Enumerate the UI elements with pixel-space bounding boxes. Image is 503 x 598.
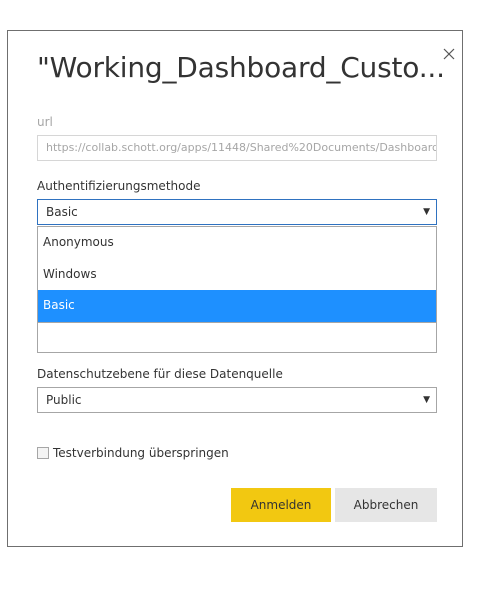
auth-option-anonymous[interactable]: Anonymous	[38, 227, 436, 259]
data-source-dialog: "Working_Dashboard_Custo... url https://…	[7, 30, 463, 547]
privacy-level-selected-value: Public	[46, 393, 82, 407]
auth-method-selected-value: Basic	[46, 205, 78, 219]
dialog-title: "Working_Dashboard_Custo...	[37, 51, 445, 84]
auth-option-windows[interactable]: Windows	[38, 259, 436, 291]
hidden-credential-input[interactable]	[37, 323, 437, 353]
skip-test-connection-checkbox[interactable]	[37, 447, 49, 459]
privacy-level-label: Datenschutzebene für diese Datenquelle	[37, 367, 283, 381]
cancel-button[interactable]: Abbrechen	[335, 488, 437, 522]
url-input[interactable]: https://collab.schott.org/apps/11448/Sha…	[37, 135, 437, 161]
skip-test-connection-label: Testverbindung überspringen	[53, 446, 229, 460]
auth-method-dropdown-list: Anonymous Windows Basic	[37, 226, 437, 323]
auth-method-select[interactable]: Basic ▼	[37, 199, 437, 225]
caret-down-icon: ▼	[423, 395, 430, 405]
caret-down-icon: ▼	[423, 207, 430, 217]
auth-option-basic[interactable]: Basic	[38, 290, 436, 322]
auth-method-label: Authentifizierungsmethode	[37, 179, 201, 193]
signin-button[interactable]: Anmelden	[231, 488, 331, 522]
privacy-level-select[interactable]: Public ▼	[37, 387, 437, 413]
url-label: url	[37, 115, 53, 129]
skip-test-connection-row[interactable]: Testverbindung überspringen	[37, 445, 229, 461]
